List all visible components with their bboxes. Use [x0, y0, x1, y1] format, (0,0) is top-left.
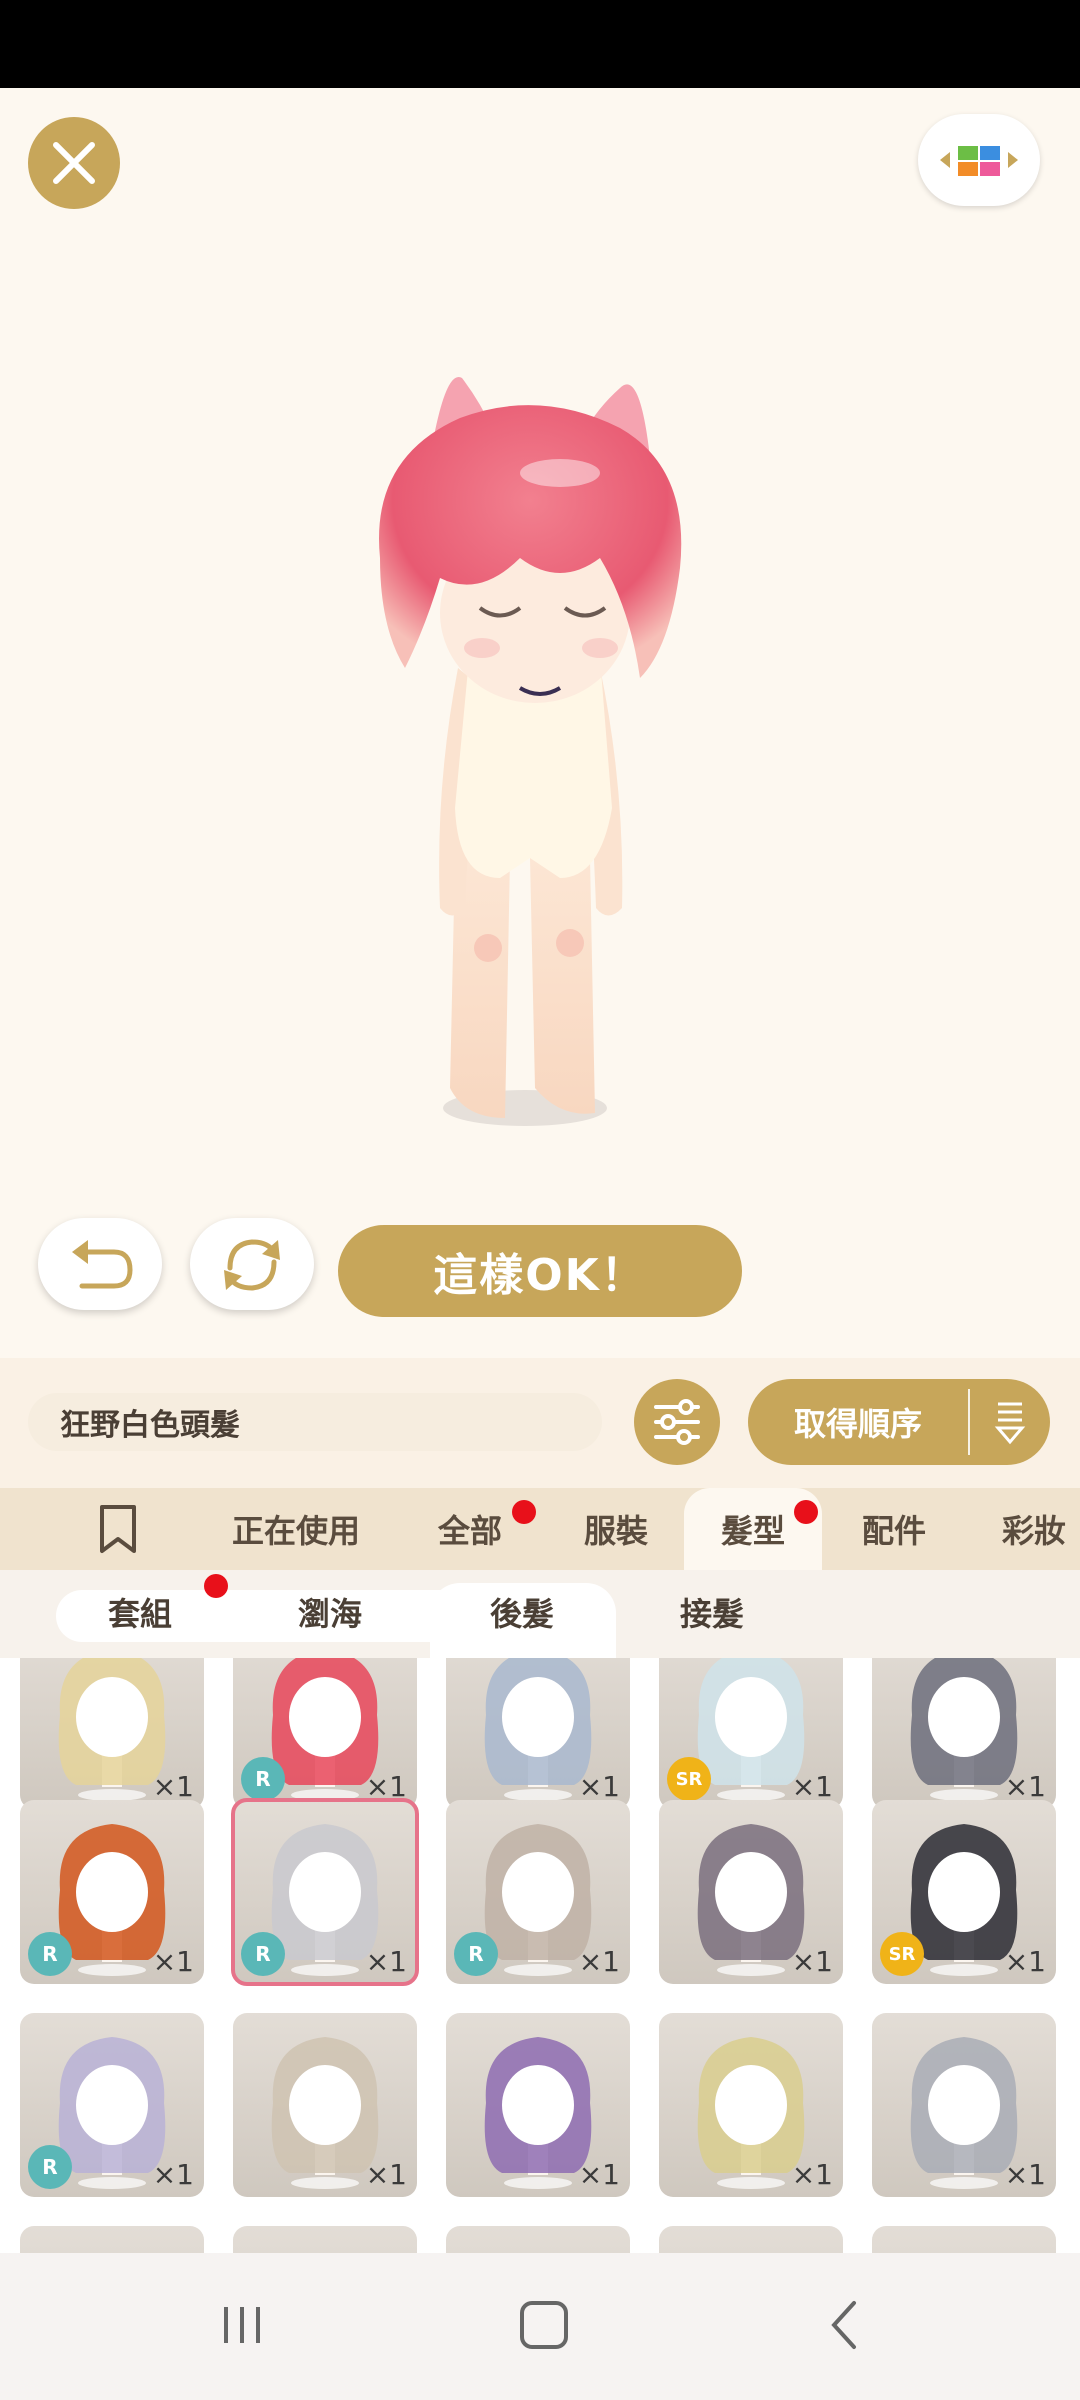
- status-bar: [0, 0, 1080, 88]
- item-count: ×1: [152, 2158, 194, 2191]
- back-button[interactable]: [796, 2290, 896, 2360]
- filter-sliders-icon: [654, 1399, 700, 1445]
- acquisition-order-button[interactable]: 取得順序: [748, 1379, 1050, 1465]
- item-count: ×1: [152, 1770, 194, 1803]
- refresh-button[interactable]: [190, 1218, 314, 1310]
- hair-thumbnail: [872, 2226, 1056, 2253]
- hair-item-card[interactable]: ×1: [872, 2013, 1056, 2197]
- filter-button[interactable]: [634, 1379, 720, 1465]
- notification-dot: [794, 1500, 818, 1524]
- item-count: ×1: [791, 1770, 833, 1803]
- item-count: ×1: [791, 1945, 833, 1978]
- item-count: ×1: [365, 1770, 407, 1803]
- hair-item-card[interactable]: ×1: [446, 2013, 630, 2197]
- item-count: ×1: [1004, 1945, 1046, 1978]
- home-button[interactable]: [494, 2290, 594, 2360]
- tab-makeup[interactable]: 彩妝: [988, 1488, 1080, 1570]
- item-count: ×1: [1004, 1770, 1046, 1803]
- hair-item-card[interactable]: ×1 R: [20, 1800, 204, 1984]
- item-count: ×1: [578, 1770, 620, 1803]
- hair-thumbnail: [446, 2226, 630, 2253]
- tab-accessories[interactable]: 配件: [844, 1488, 944, 1570]
- subtab-sets[interactable]: 套組: [90, 1582, 190, 1642]
- hair-item-card[interactable]: [872, 2226, 1056, 2253]
- item-count: ×1: [365, 2158, 407, 2191]
- avatar-preview-stage: [0, 88, 1080, 1358]
- hair-item-card[interactable]: ×1 R: [231, 1798, 419, 1986]
- hair-item-card[interactable]: [446, 2226, 630, 2253]
- tab-clothing[interactable]: 服裝: [566, 1488, 666, 1570]
- rarity-badge: R: [454, 1932, 498, 1976]
- tab-all[interactable]: 全部: [420, 1488, 520, 1570]
- hair-item-card[interactable]: [233, 2226, 417, 2253]
- notification-dot: [512, 1500, 536, 1524]
- tab-in-use[interactable]: 正在使用: [216, 1488, 376, 1570]
- order-divider: [968, 1389, 970, 1455]
- refresh-icon: [224, 1239, 280, 1291]
- hair-thumbnail: [233, 2226, 417, 2253]
- sort-toggle[interactable]: [980, 1379, 1040, 1465]
- close-icon: [53, 142, 95, 184]
- hair-thumbnail: [659, 2226, 843, 2253]
- subtab-extensions[interactable]: 接髮: [662, 1582, 762, 1642]
- item-grid: ×1 ×1 R ×1 ×1 SR ×1 ×1 R ×1 R ×1 R ×1 ×1 SR ×1 R ×1 ×1 ×1 ×1: [0, 1658, 1080, 2253]
- item-count: ×1: [1004, 2158, 1046, 2191]
- subtab-back-hair[interactable]: 後髮: [472, 1582, 572, 1642]
- recent-apps-button[interactable]: [192, 2290, 292, 2360]
- recent-apps-icon: [224, 2307, 260, 2343]
- hair-item-card[interactable]: ×1 R: [446, 1800, 630, 1984]
- item-count: ×1: [152, 1945, 194, 1978]
- hair-item-card[interactable]: ×1: [659, 2013, 843, 2197]
- hair-item-card[interactable]: [659, 2226, 843, 2253]
- order-label: 取得順序: [793, 1405, 922, 1443]
- selected-item-name: 狂野白色頭髮: [28, 1393, 602, 1451]
- item-count: ×1: [578, 2158, 620, 2191]
- rarity-badge: SR: [667, 1757, 711, 1801]
- palette-icon: [940, 146, 1018, 176]
- bookmark-tab[interactable]: [76, 1488, 160, 1570]
- bookmark-icon: [100, 1505, 136, 1553]
- hair-item-card[interactable]: ×1: [659, 1800, 843, 1984]
- confirm-ok-button[interactable]: 這樣OK！: [338, 1225, 742, 1317]
- back-icon: [831, 2301, 856, 2349]
- subtab-bangs[interactable]: 瀏海: [280, 1582, 380, 1642]
- hair-item-card[interactable]: ×1 SR: [659, 1658, 843, 1809]
- undo-button[interactable]: [38, 1218, 162, 1310]
- palette-button[interactable]: [918, 114, 1040, 206]
- hair-item-card[interactable]: [20, 2226, 204, 2253]
- hair-item-card[interactable]: ×1: [446, 1658, 630, 1809]
- item-count: ×1: [578, 1945, 620, 1978]
- hair-item-card[interactable]: ×1: [20, 1658, 204, 1809]
- hair-item-card[interactable]: ×1 SR: [872, 1800, 1056, 1984]
- sort-icon: [994, 1402, 1026, 1445]
- home-icon: [520, 2301, 568, 2349]
- hair-item-card[interactable]: ×1 R: [233, 1658, 417, 1809]
- rarity-badge: R: [28, 2145, 72, 2189]
- item-count: ×1: [365, 1945, 407, 1978]
- rarity-badge: SR: [880, 1932, 924, 1976]
- item-count: ×1: [791, 2158, 833, 2191]
- rarity-badge: R: [241, 1932, 285, 1976]
- hair-item-card[interactable]: ×1 R: [20, 2013, 204, 2197]
- undo-icon: [72, 1240, 133, 1289]
- avatar-figure: [379, 377, 682, 1126]
- rarity-badge: R: [28, 1932, 72, 1976]
- notification-dot: [204, 1574, 228, 1598]
- close-button[interactable]: [28, 117, 120, 209]
- hair-thumbnail: [20, 2226, 204, 2253]
- rarity-badge: R: [241, 1757, 285, 1801]
- hair-item-card[interactable]: ×1: [233, 2013, 417, 2197]
- hair-item-card[interactable]: ×1: [872, 1658, 1056, 1809]
